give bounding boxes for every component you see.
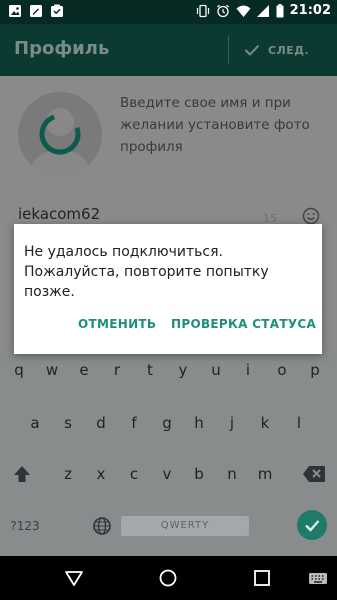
cancel-button[interactable]: ОТМЕНИТЬ bbox=[78, 317, 156, 331]
globe-key[interactable] bbox=[88, 512, 116, 540]
wifi-icon bbox=[236, 5, 251, 17]
key-v[interactable]: v bbox=[153, 460, 181, 488]
key-r[interactable]: r bbox=[103, 356, 131, 384]
status-time: 21:02 bbox=[289, 3, 331, 18]
backspace-key[interactable] bbox=[300, 460, 328, 488]
key-a[interactable]: a bbox=[21, 409, 49, 437]
next-button-label: СЛЕД. bbox=[268, 43, 310, 57]
back-icon[interactable] bbox=[64, 568, 84, 588]
battery-icon bbox=[276, 3, 284, 17]
app-bar: Профиль СЛЕД. bbox=[0, 24, 337, 76]
loading-spinner-icon bbox=[30, 108, 90, 176]
key-o[interactable]: o bbox=[268, 356, 296, 384]
recents-icon[interactable] bbox=[252, 568, 272, 588]
status-bar: 21:02 bbox=[0, 0, 337, 24]
error-dialog: Не удалось подключиться. Пожалуйста, пов… bbox=[14, 224, 322, 354]
shift-key[interactable] bbox=[8, 460, 36, 488]
key-b[interactable]: b bbox=[185, 460, 213, 488]
key-q[interactable]: q bbox=[5, 356, 33, 384]
key-t[interactable]: t bbox=[136, 356, 164, 384]
shift-icon bbox=[14, 466, 30, 482]
check-icon bbox=[244, 44, 260, 56]
key-d[interactable]: d bbox=[87, 409, 115, 437]
globe-icon bbox=[93, 517, 111, 535]
key-f[interactable]: f bbox=[120, 409, 148, 437]
space-key[interactable]: QWERTY bbox=[121, 516, 249, 536]
key-h[interactable]: h bbox=[185, 409, 213, 437]
navigation-bar bbox=[0, 556, 337, 600]
signal-icon bbox=[256, 4, 269, 17]
dialog-message: Не удалось подключиться. Пожалуйста, пов… bbox=[24, 244, 269, 300]
enter-key[interactable] bbox=[297, 510, 327, 540]
keyboard: q w e r t y u i o p a s d f g h j k l z … bbox=[0, 356, 337, 556]
key-y[interactable]: y bbox=[169, 356, 197, 384]
key-w[interactable]: w bbox=[38, 356, 66, 384]
alarm-icon bbox=[216, 4, 229, 17]
key-c[interactable]: c bbox=[120, 460, 148, 488]
app-bar-divider bbox=[228, 36, 229, 64]
vibrate-icon bbox=[196, 4, 209, 17]
check-icon bbox=[305, 520, 320, 532]
profile-instruction: Введите свое имя и при желании установит… bbox=[120, 95, 310, 155]
key-j[interactable]: j bbox=[218, 409, 246, 437]
key-g[interactable]: g bbox=[153, 409, 181, 437]
image-notification-icon bbox=[9, 5, 21, 17]
smiley-icon[interactable] bbox=[302, 207, 320, 225]
key-n[interactable]: n bbox=[218, 460, 246, 488]
key-l[interactable]: l bbox=[285, 409, 313, 437]
key-k[interactable]: k bbox=[251, 409, 279, 437]
screen: 21:02 Профиль СЛЕД. Введите свое имя и п… bbox=[0, 0, 337, 600]
avatar[interactable] bbox=[18, 92, 102, 176]
key-x[interactable]: x bbox=[87, 460, 115, 488]
key-m[interactable]: m bbox=[251, 460, 279, 488]
edit-notification-icon bbox=[30, 5, 42, 17]
key-i[interactable]: i bbox=[234, 356, 262, 384]
key-e[interactable]: e bbox=[70, 356, 98, 384]
message-notification-icon bbox=[51, 4, 63, 17]
keyboard-switch-icon[interactable] bbox=[308, 568, 328, 588]
next-button[interactable]: СЛЕД. bbox=[244, 39, 309, 61]
key-p[interactable]: p bbox=[301, 356, 329, 384]
symbols-key[interactable]: ?123 bbox=[8, 512, 42, 540]
home-icon[interactable] bbox=[158, 568, 178, 588]
page-title: Профиль bbox=[14, 38, 110, 59]
name-field[interactable]: iekacom62 bbox=[18, 204, 323, 223]
name-input[interactable]: iekacom62 bbox=[18, 205, 100, 223]
check-status-button[interactable]: ПРОВЕРКА СТАТУСА bbox=[171, 317, 316, 331]
key-z[interactable]: z bbox=[54, 460, 82, 488]
backspace-icon bbox=[303, 466, 325, 482]
key-s[interactable]: s bbox=[54, 409, 82, 437]
key-u[interactable]: u bbox=[202, 356, 230, 384]
